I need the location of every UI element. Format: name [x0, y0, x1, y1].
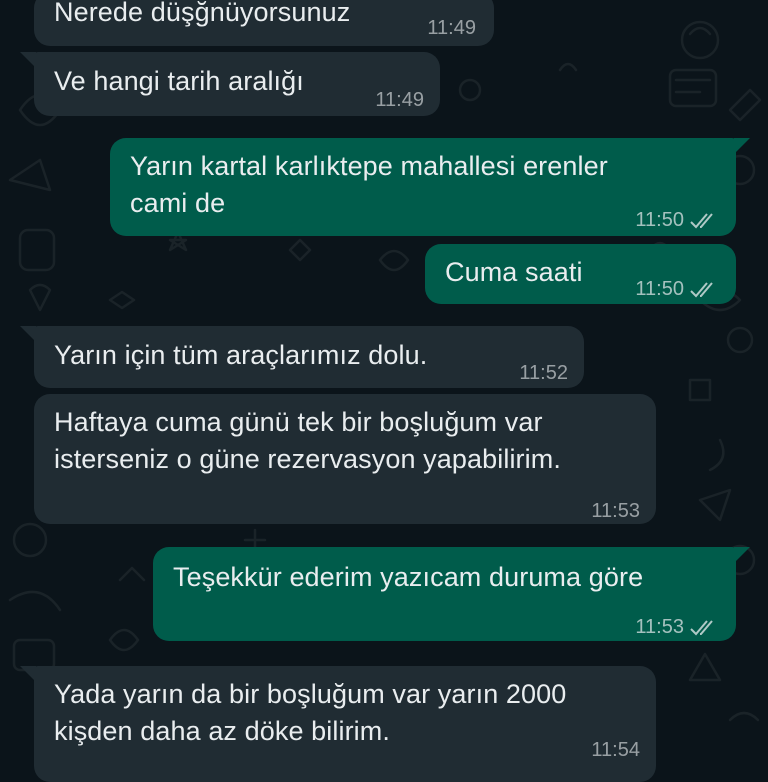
- incoming-message[interactable]: Haftaya cuma günü tek bir boşluğum var i…: [34, 394, 656, 524]
- bubble-tail: [734, 138, 750, 154]
- message-text: Cuma saati: [445, 257, 583, 287]
- message-text: Yarın kartal karlıktepe mahallesi erenle…: [130, 151, 608, 218]
- chat-message-list[interactable]: Nerede düşğnüyorsunuz 11:49 Ve hangi tar…: [0, 0, 768, 782]
- message-text: Nerede düşğnüyorsunuz: [54, 0, 351, 27]
- message-text: Teşekkür ederim yazıcam duruma göre: [173, 562, 644, 592]
- read-check-icon: [690, 281, 713, 297]
- read-check-icon: [690, 619, 713, 635]
- bubble-tail: [20, 326, 36, 342]
- message-meta: 11:50: [635, 202, 718, 239]
- message-meta: 11:49: [427, 10, 476, 47]
- read-check-icon: [690, 212, 713, 228]
- message-text: Ve hangi tarih aralığı: [54, 66, 304, 96]
- message-meta: 11:53: [635, 609, 718, 646]
- message-meta: 11:52: [519, 355, 568, 392]
- message-time: 11:53: [591, 500, 640, 522]
- message-time: 11:50: [635, 209, 684, 231]
- bubble-tail: [20, 666, 36, 682]
- message-meta: 11:49: [375, 82, 424, 119]
- message-text: Yarın için tüm araçlarımız dolu.: [54, 340, 428, 370]
- message-time: 11:50: [635, 278, 684, 300]
- incoming-message[interactable]: Ve hangi tarih aralığı 11:49: [20, 52, 440, 119]
- message-time: 11:49: [375, 89, 424, 111]
- incoming-message[interactable]: Yarın için tüm araçlarımız dolu. 11:52: [20, 326, 584, 388]
- message-time: 11:53: [635, 616, 684, 638]
- outgoing-message[interactable]: Yarın kartal karlıktepe mahallesi erenle…: [110, 138, 750, 239]
- outgoing-message[interactable]: Cuma saati 11:50: [425, 244, 736, 304]
- message-text: Yada yarın da bir boşluğum var yarın 200…: [54, 679, 567, 746]
- message-text: Haftaya cuma günü tek bir boşluğum var i…: [54, 407, 561, 474]
- bubble-tail: [20, 52, 36, 68]
- message-time: 11:52: [519, 362, 568, 384]
- message-meta: 11:54: [591, 732, 640, 769]
- message-meta: 11:53: [591, 493, 640, 530]
- incoming-message[interactable]: Nerede düşğnüyorsunuz 11:49: [34, 0, 494, 46]
- message-time: 11:54: [591, 739, 640, 761]
- message-meta: 11:50: [635, 271, 718, 308]
- message-time: 11:49: [427, 17, 476, 39]
- bubble-tail: [734, 547, 750, 563]
- incoming-message[interactable]: Yada yarın da bir boşluğum var yarın 200…: [20, 666, 656, 782]
- outgoing-message[interactable]: Teşekkür ederim yazıcam duruma göre 11:5…: [153, 547, 750, 641]
